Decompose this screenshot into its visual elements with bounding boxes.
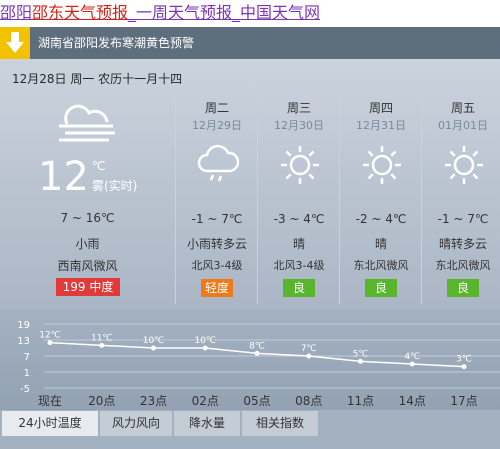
forecast-day: 周三 12月30日 -3 ~ 4℃ 晴 北风3-4级 良 [257, 99, 340, 304]
today-aqi-badge[interactable]: 199 中度 [56, 278, 120, 296]
day-date: 01月01日 [438, 119, 488, 132]
today-wind: 西南风微风 [57, 259, 118, 273]
warning-text: 湖南省邵阳发布寒潮黄色预警 [38, 36, 195, 50]
x-tick-label: 现在 [38, 394, 62, 408]
aqi-badge[interactable]: 良 [447, 279, 479, 297]
temperature-point [306, 353, 312, 359]
aqi-badge[interactable]: 良 [365, 279, 397, 297]
day-temp-range: -1 ~ 7℃ [437, 212, 489, 226]
aqi-badge[interactable]: 良 [283, 279, 315, 297]
y-tick-label: 7 [24, 352, 30, 363]
point-label: 10℃ [194, 336, 216, 346]
warning-banner[interactable]: 湖南省邵阳发布寒潮黄色预警 [0, 27, 500, 59]
footer-strip [0, 436, 500, 449]
y-tick-label: -5 [20, 384, 30, 395]
day-wind: 北风3-4级 [273, 259, 325, 272]
x-tick-label: 20点 [88, 394, 115, 408]
temperature-point [202, 345, 208, 351]
day-date: 12月31日 [356, 119, 406, 132]
day-wind: 东北风微风 [353, 259, 409, 272]
day-name: 周二 [204, 101, 229, 115]
forecast-panel: 12月28日 周一 农历十一月十四 12 ℃ 雾(实时) 7 ~ 16℃ 小雨 … [0, 59, 500, 310]
sun-icon [361, 143, 403, 191]
x-tick-label: 02点 [192, 394, 219, 408]
title-link-forecast[interactable]: 邵东天气预报 [32, 3, 128, 22]
title-link-city[interactable]: 邵阳 [0, 3, 32, 22]
chart-tabs: 24小时温度 风力风向 降水量 相关指数 [0, 410, 500, 436]
point-label: 5℃ [353, 349, 369, 359]
temperature-unit: ℃ [92, 159, 106, 173]
day-weather: 晴转多云 [438, 237, 487, 251]
rain-cloud-icon [197, 143, 240, 191]
tab-wind[interactable]: 风力风向 [100, 411, 172, 436]
y-tick-label: 1 [24, 368, 30, 379]
today-weather: 小雨 [75, 237, 100, 251]
day-temp-range: -3 ~ 4℃ [273, 212, 325, 226]
tab-related-indices[interactable]: 相关指数 [242, 411, 318, 436]
current-temperature: 12 [38, 154, 89, 200]
day-name: 周四 [368, 101, 393, 115]
temperature-point [47, 340, 53, 346]
x-tick-label: 14点 [399, 394, 426, 408]
fog-icon [55, 104, 119, 148]
cold-wave-warning-icon [0, 27, 30, 59]
forecast-day: 周四 12月31日 -2 ~ 4℃ 晴 东北风微风 良 [339, 99, 422, 304]
day-wind: 东北风微风 [435, 259, 491, 272]
current-condition: 雾(实时) [92, 179, 138, 193]
x-tick-label: 08点 [295, 394, 322, 408]
point-label: 8℃ [249, 341, 265, 351]
day-wind: 北风3-4级 [191, 259, 243, 272]
temperature-chart-svg: 19 13 7 1 -5 12℃ 现在 11℃ 20点 10℃ 23点 10℃ 02点 8℃ 05点 7℃ 08… [17, 320, 500, 408]
page-title: 邵阳邵东天气预报_一周天气预报_中国天气网 [0, 0, 500, 26]
temperature-point [461, 364, 467, 370]
temperature-point [254, 350, 260, 356]
day-weather: 晴 [292, 237, 305, 251]
temperature-point [409, 361, 415, 367]
tab-24h-temperature[interactable]: 24小时温度 [2, 411, 98, 436]
temperature-point [358, 358, 363, 364]
point-label: 3℃ [456, 355, 472, 365]
day-date: 12月29日 [192, 119, 242, 132]
y-tick-label: 19 [17, 320, 30, 331]
today-temp-range: 7 ~ 16℃ [60, 211, 115, 225]
forecast-day: 周五 01月01日 -1 ~ 7℃ 晴转多云 东北风微风 良 [421, 99, 500, 304]
day-weather: 小雨转多云 [186, 237, 247, 251]
day-weather: 晴 [374, 237, 387, 251]
x-tick-label: 11点 [347, 394, 374, 408]
x-tick-label: 17点 [450, 394, 477, 408]
day-name: 周三 [286, 101, 311, 115]
point-label: 7℃ [301, 344, 317, 354]
point-label: 10℃ [143, 336, 165, 346]
title-link-site[interactable]: _一周天气预报_中国天气网 [128, 3, 320, 22]
aqi-badge[interactable]: 轻度 [201, 279, 233, 297]
point-label: 11℃ [91, 333, 113, 343]
point-label: 4℃ [404, 352, 420, 362]
day-temp-range: -1 ~ 7℃ [191, 212, 243, 226]
temperature-point [151, 345, 156, 351]
point-label: 12℃ [39, 331, 61, 341]
sun-icon [279, 143, 321, 191]
day-date: 12月30日 [274, 119, 324, 132]
temperature-point [99, 342, 105, 348]
day-temp-range: -2 ~ 4℃ [355, 212, 407, 226]
x-tick-label: 05点 [243, 394, 270, 408]
x-tick-label: 23点 [140, 394, 167, 408]
y-tick-label: 13 [17, 336, 30, 347]
temperature-chart: 19 13 7 1 -5 12℃ 现在 11℃ 20点 10℃ 23点 10℃ 02点 8℃ 05点 7℃ 08… [0, 310, 500, 410]
day-name: 周五 [450, 101, 475, 115]
today-block: 12 ℃ 雾(实时) 7 ~ 16℃ 小雨 西南风微风 199 中度 [0, 59, 175, 310]
sun-icon [443, 143, 485, 191]
tab-precipitation[interactable]: 降水量 [174, 411, 240, 436]
forecast-day: 周二 12月29日 -1 ~ 7℃ 小雨转多云 北风3-4级 轻度 [175, 99, 258, 304]
